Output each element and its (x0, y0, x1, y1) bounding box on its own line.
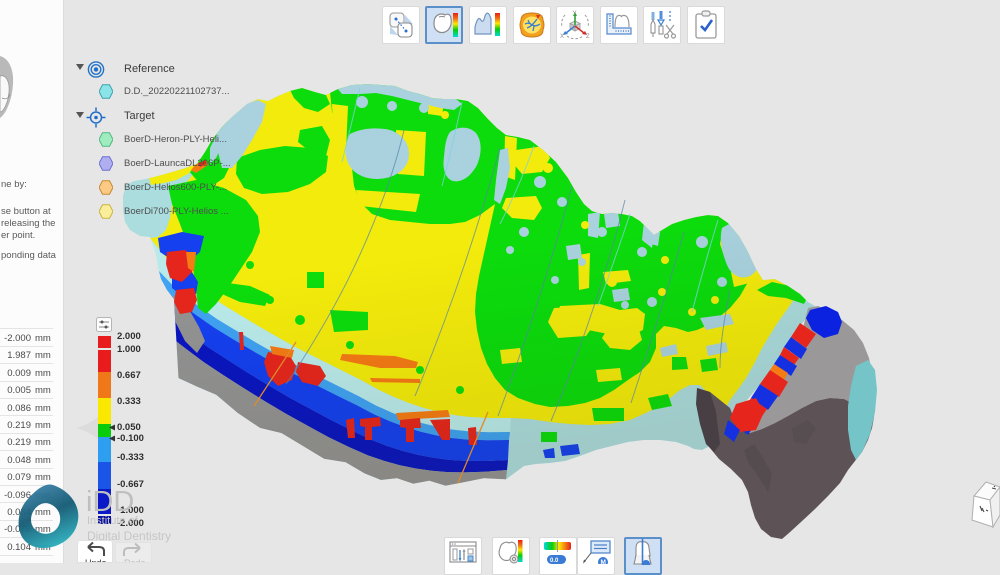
svg-text:X: X (560, 34, 564, 40)
svg-text:0.0: 0.0 (550, 558, 559, 564)
svg-text:Undo: Undo (85, 558, 107, 563)
svg-text:Redo: Redo (124, 558, 146, 563)
svg-text:Z: Z (586, 34, 590, 40)
svg-text:M: M (601, 559, 606, 564)
svg-text:Y: Y (573, 11, 577, 17)
